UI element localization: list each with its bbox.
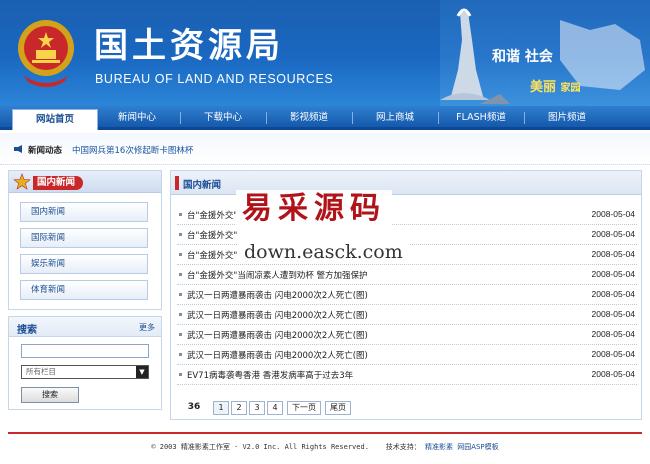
- news-date: 2008-05-04: [591, 229, 635, 239]
- sidebar-item-sports-news[interactable]: 体育新闻: [20, 280, 148, 300]
- search-panel-header: 搜索 更多: [9, 317, 161, 337]
- page-link-1[interactable]: 1: [213, 401, 229, 415]
- bullet-icon: [179, 353, 182, 356]
- nav-item-flash[interactable]: FLASH频道: [440, 106, 522, 130]
- bullet-icon: [179, 293, 182, 296]
- search-more-link[interactable]: 更多: [139, 322, 155, 333]
- next-page-button[interactable]: 下一页: [287, 401, 321, 415]
- bullet-icon: [179, 213, 182, 216]
- news-date: 2008-05-04: [591, 309, 635, 319]
- national-emblem-icon: [18, 20, 74, 87]
- chevron-down-icon[interactable]: ▼: [136, 366, 148, 378]
- news-date: 2008-05-04: [591, 269, 635, 279]
- footer-support-link[interactable]: 精准影素: [425, 443, 453, 451]
- news-title[interactable]: 武汉一日两遭暴雨袭击 闪电2000次2人死亡(图): [187, 329, 368, 341]
- main-nav: 网站首页 新闻中心 下载中心 影视频道 网上商城 FLASH频道 图片频道: [0, 106, 650, 130]
- sidebar-item-domestic-news[interactable]: 国内新闻: [20, 202, 148, 222]
- news-date: 2008-05-04: [591, 329, 635, 339]
- news-date: 2008-05-04: [591, 249, 635, 259]
- footer-template-link[interactable]: 网园ASP模板: [457, 443, 498, 451]
- news-row[interactable]: 武汉一日两遭暴雨袭击 闪电2000次2人死亡(图) 2008-05-04: [177, 325, 637, 345]
- news-title[interactable]: 武汉一日两遭暴雨袭击 闪电2000次2人死亡(图): [187, 289, 368, 301]
- nav-item-pictures[interactable]: 图片频道: [526, 106, 608, 130]
- nav-item-home[interactable]: 网站首页: [12, 109, 98, 130]
- category-sidebar: 国内新闻 国内新闻 国际新闻 娱乐新闻 体育新闻: [8, 170, 162, 310]
- nav-separator: [524, 112, 525, 124]
- site-header: 国土资源局 BUREAU OF LAND AND RESOURCES 和谐 社会…: [0, 0, 650, 106]
- bullet-icon: [179, 253, 182, 256]
- slogan-line-2: 美丽 家园: [530, 80, 581, 95]
- last-page-button[interactable]: 尾页: [325, 401, 351, 415]
- page-link-3[interactable]: 3: [249, 401, 265, 415]
- news-title[interactable]: 武汉一日两遭暴雨袭击 闪电2000次2人死亡(图): [187, 309, 368, 321]
- search-button[interactable]: 搜索: [21, 387, 79, 403]
- nav-separator: [352, 112, 353, 124]
- category-box-title: 国内新闻: [33, 176, 84, 190]
- news-row[interactable]: 武汉一日两遭暴雨袭击 闪电2000次2人死亡(图) 2008-05-04: [177, 305, 637, 325]
- site-footer: © 2003 精准影素工作室 · V2.0 Inc. All Rights Re…: [0, 442, 650, 452]
- megaphone-icon: [14, 145, 22, 153]
- news-title[interactable]: 武汉一日两遭暴雨袭击 闪电2000次2人死亡(图): [187, 349, 368, 361]
- category-box: 国内新闻 国内新闻 国际新闻 娱乐新闻 体育新闻: [8, 170, 162, 310]
- search-category-select[interactable]: 所有栏目 ▼: [21, 365, 149, 379]
- news-row[interactable]: 武汉一日两遭暴雨袭击 闪电2000次2人死亡(图) 2008-05-04: [177, 285, 637, 305]
- news-date: 2008-05-04: [591, 289, 635, 299]
- ticker-headline-link[interactable]: 中国网兵第16次修起断卡图林杯: [72, 144, 193, 156]
- bullet-icon: [179, 373, 182, 376]
- category-box-header: 国内新闻: [9, 171, 161, 193]
- news-date: 2008-05-04: [591, 349, 635, 359]
- news-date: 2008-05-04: [591, 209, 635, 219]
- nav-separator: [266, 112, 267, 124]
- nav-item-news[interactable]: 新闻中心: [96, 106, 178, 130]
- news-row[interactable]: EV71病毒袭粤香港 香港发病率高于过去3年 2008-05-04: [177, 365, 637, 385]
- watermark-en: down.easck.com: [238, 240, 409, 264]
- nav-separator: [180, 112, 181, 124]
- nav-separator: [438, 112, 439, 124]
- site-title-en: BUREAU OF LAND AND RESOURCES: [95, 72, 334, 86]
- bullet-icon: [179, 273, 182, 276]
- ticker-label: 新闻动态: [28, 146, 63, 156]
- pagination-total: 36: [183, 401, 205, 415]
- nav-item-video[interactable]: 影视频道: [268, 106, 350, 130]
- news-row[interactable]: 台"金援外交"当闹凉素人遭到劝杯 警方加强保护 2008-05-04: [177, 265, 637, 285]
- site-title-cn: 国土资源局: [94, 26, 284, 66]
- news-title[interactable]: 台"金援外交": [187, 209, 237, 221]
- footer-divider: [8, 432, 642, 434]
- search-category-value: 所有栏目: [26, 367, 56, 376]
- search-input[interactable]: [21, 344, 149, 358]
- nav-item-download[interactable]: 下载中心: [182, 106, 264, 130]
- watermark-cn: 易采源码: [236, 190, 392, 228]
- search-panel: 搜索 更多 所有栏目 ▼ 搜索: [8, 316, 162, 410]
- bullet-icon: [179, 333, 182, 336]
- page-link-2[interactable]: 2: [231, 401, 247, 415]
- news-title[interactable]: 台"金援外交": [187, 249, 237, 261]
- footer-copyright: © 2003 精准影素工作室 · V2.0 Inc. All Rights Re…: [151, 443, 369, 451]
- sidebar-item-international-news[interactable]: 国际新闻: [20, 228, 148, 248]
- news-title[interactable]: 台"金援外交"当闹凉素人遭到劝杯 警方加强保护: [187, 269, 368, 281]
- sidebar-item-entertainment-news[interactable]: 娱乐新闻: [20, 254, 148, 274]
- page-link-4[interactable]: 4: [267, 401, 283, 415]
- nav-item-shop[interactable]: 网上商城: [354, 106, 436, 130]
- news-date: 2008-05-04: [591, 369, 635, 379]
- news-title[interactable]: 台"金援外交": [187, 229, 237, 241]
- star-icon: [13, 173, 31, 190]
- bullet-icon: [179, 233, 182, 236]
- slogan-line-1: 和谐 社会: [492, 49, 553, 65]
- news-title[interactable]: EV71病毒袭粤香港 香港发病率高于过去3年: [187, 369, 353, 381]
- news-row[interactable]: 武汉一日两遭暴雨袭击 闪电2000次2人死亡(图) 2008-05-04: [177, 345, 637, 365]
- footer-support-label: 技术支持：: [385, 443, 421, 451]
- search-panel-title: 搜索: [17, 325, 37, 336]
- bullet-icon: [179, 313, 182, 316]
- header-accent-bar: [175, 176, 179, 190]
- news-list-title: 国内新闻: [183, 180, 222, 191]
- news-ticker: 新闻动态 中国网兵第16次修起断卡图林杯: [0, 133, 650, 165]
